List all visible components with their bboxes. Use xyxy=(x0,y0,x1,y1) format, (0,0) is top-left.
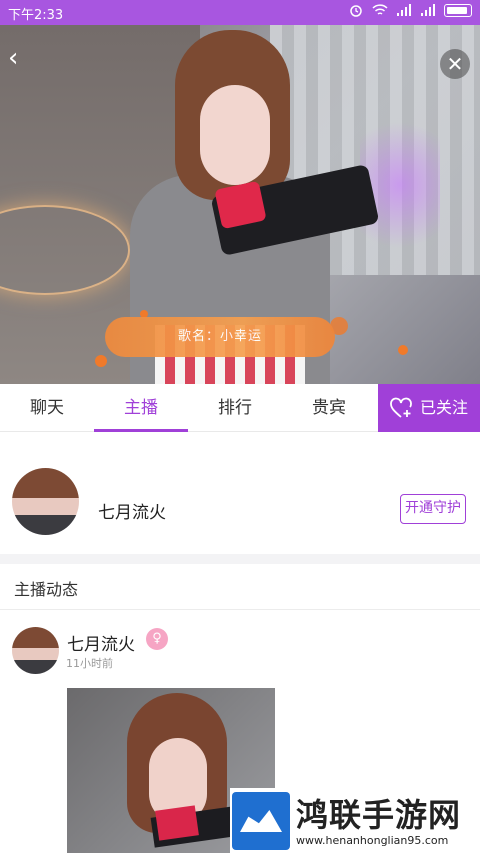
host-name: 七月流火 xyxy=(98,503,166,523)
post-image-mic-accent xyxy=(155,805,199,841)
close-icon[interactable]: ✕ xyxy=(440,49,470,79)
signal-icon xyxy=(397,4,411,16)
streamer-face xyxy=(200,85,270,185)
guard-button[interactable]: 开通守护 xyxy=(400,494,466,524)
watermark-logo-icon xyxy=(232,792,290,850)
follow-label: 已关注 xyxy=(419,398,468,417)
post-author-avatar[interactable] xyxy=(12,627,59,674)
host-avatar[interactable] xyxy=(12,468,79,535)
tab-host[interactable]: 主播 xyxy=(94,384,188,432)
alarm-icon xyxy=(350,5,362,17)
tab-vip[interactable]: 贵宾 xyxy=(282,384,376,432)
particle-dot xyxy=(398,345,408,355)
song-banner: 歌名：小幸运 xyxy=(105,317,335,357)
watermark-title: 鸿联手游网 xyxy=(296,796,462,834)
host-card: 七月流火 开通守护 xyxy=(0,432,480,564)
status-bar: 下午2:33 xyxy=(0,0,480,25)
follow-button[interactable]: 已关注 xyxy=(378,384,480,432)
watermark-url: www.henanhonglian95.com xyxy=(296,834,449,847)
wifi-icon xyxy=(372,4,388,15)
signal-icon xyxy=(421,4,435,16)
feed-section-title: 主播动态 xyxy=(0,564,480,610)
post-author-name[interactable]: 七月流火 xyxy=(67,630,135,655)
battery-icon xyxy=(444,3,472,17)
status-icons xyxy=(348,3,472,17)
status-time: 下午2:33 xyxy=(8,8,64,23)
tab-chat[interactable]: 聊天 xyxy=(0,384,94,432)
back-chevron-icon[interactable]: ‹ xyxy=(8,45,28,71)
watermark: 鸿联手游网 www.henanhonglian95.com xyxy=(230,788,480,853)
heart-plus-icon xyxy=(390,397,412,418)
particle-dot xyxy=(95,355,107,367)
live-video-player[interactable]: 歌名：小幸运 ‹ ✕ xyxy=(0,25,480,384)
female-icon: ♀ xyxy=(146,628,168,650)
sparkle-effect xyxy=(360,105,440,265)
tab-ranking[interactable]: 排行 xyxy=(188,384,282,432)
tab-bar: 聊天 主播 排行 贵宾 已关注 xyxy=(0,384,480,432)
post-time: 11小时前 xyxy=(66,657,113,670)
